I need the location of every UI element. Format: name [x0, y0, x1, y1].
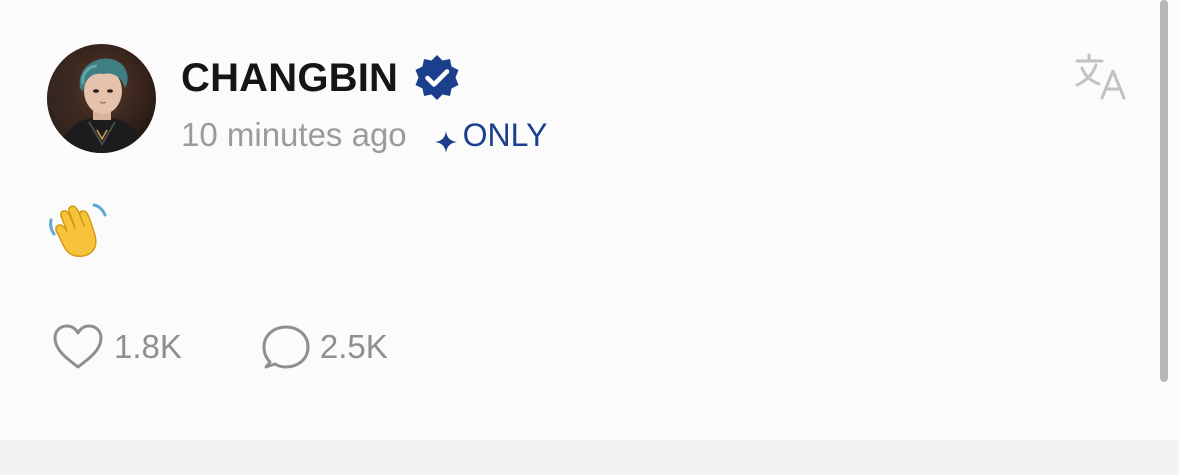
scrollbar[interactable] — [1160, 0, 1168, 382]
avatar-image — [47, 44, 156, 153]
author-row: CHANGBIN — [181, 52, 462, 104]
comment-count: 2.5K — [319, 328, 388, 365]
post-meta: 10 minutes ago ONLY — [181, 112, 547, 158]
heart-icon — [53, 324, 103, 369]
post-actions: 1.8K 2.5K — [52, 322, 388, 372]
only-badge[interactable]: ONLY — [434, 116, 548, 154]
avatar[interactable] — [47, 44, 156, 153]
verified-badge-icon — [412, 53, 462, 103]
only-badge-label: ONLY — [462, 116, 548, 153]
translate-icon[interactable] — [1075, 52, 1127, 100]
like-count: 1.8K — [114, 328, 182, 365]
timestamp: 10 minutes ago — [181, 116, 407, 153]
comment-button[interactable]: 2.5K — [262, 324, 388, 370]
waving-hand-emoji — [46, 202, 108, 260]
feed-separator — [0, 440, 1179, 475]
author-name[interactable]: CHANGBIN — [181, 56, 398, 101]
like-button[interactable]: 1.8K — [52, 324, 182, 370]
sparkle-icon — [434, 124, 457, 153]
post-card: CHANGBIN 10 minutes ago ONLY 1.8K 2.5K — [0, 0, 1179, 440]
comment-bubble-icon — [262, 325, 310, 369]
